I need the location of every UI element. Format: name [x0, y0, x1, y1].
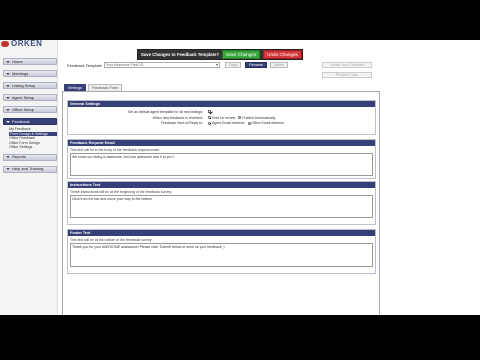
settings-panel: General Settings Set as default agent te…	[62, 91, 380, 315]
default-template-checkbox[interactable]	[208, 110, 211, 113]
instructions-section: Instructions Text These instructions wil…	[67, 181, 376, 225]
submenu-office-settings[interactable]: Office Settings	[9, 145, 57, 150]
undo-changes-button[interactable]: Undo Changes	[263, 50, 302, 59]
footer-textarea[interactable]: Thank you for your AWESOME assistance! P…	[70, 243, 373, 267]
sidebar-item-label: Feedback	[12, 118, 30, 124]
hold-review-radio[interactable]	[208, 116, 211, 119]
template-label: Feedback Template	[67, 62, 102, 68]
sidebar-item-label: Meetings	[12, 70, 29, 76]
sidebar-item-label: Office Setup	[12, 106, 34, 112]
app-frame: ORKEN Home Meetings Listing Setup Agent …	[0, 40, 480, 315]
agent-email-radio[interactable]	[208, 121, 211, 125]
sidebar-item-help-training[interactable]: Help and Training	[3, 165, 57, 173]
sidebar-item-label: Help and Training	[12, 166, 44, 171]
sidebar-item-agent-setup[interactable]: Agent Setup	[3, 94, 57, 101]
request-email-section: Feedback Request Email This text will be…	[67, 139, 376, 179]
publish-auto-radio[interactable]	[238, 116, 242, 119]
sidebar-item-label: Reports	[12, 154, 27, 159]
chevron-down-icon	[6, 156, 10, 158]
section-description: These instructions will be at the beginn…	[70, 190, 173, 194]
general-settings-section: General Settings Set as default agent te…	[67, 100, 376, 135]
section-header: Instructions Text	[68, 182, 375, 188]
delete-template-button[interactable]: Delete	[269, 62, 289, 68]
chevron-down-icon	[6, 60, 10, 63]
row-label: Set as default agent template for all ne…	[127, 110, 203, 114]
radio-label: Agent Email Address	[212, 121, 245, 125]
section-header: Feedback Request Email	[68, 140, 375, 146]
template-toolbar: Feedback Template Your Awesome Field V1 …	[67, 61, 289, 69]
chevron-down-icon	[6, 108, 10, 111]
office-email-radio[interactable]	[247, 121, 251, 125]
request-email-textarea[interactable]: We know our listing is awesome, but how …	[70, 153, 373, 176]
template-select[interactable]: Your Awesome Field V1	[103, 62, 220, 68]
copy-template-button[interactable]: Copy	[224, 62, 242, 68]
dialog-question: Save Changes to Feedback Template?	[141, 52, 220, 57]
tab-feedback-form[interactable]: Feedback Form	[87, 84, 123, 91]
radio-label: Hold for review	[212, 115, 236, 120]
reply-to-row: Feedback Sent to/Reply to: Agent Email A…	[68, 121, 375, 127]
chevron-down-icon	[6, 120, 10, 123]
settings-tabs: Settings Feedback Form	[64, 84, 124, 91]
section-header: Footer Text	[68, 230, 375, 236]
sidebar-item-meetings[interactable]: Meetings	[3, 70, 57, 77]
section-description: This text will be at the bottom of the f…	[70, 238, 153, 242]
section-description: This text will be in the body of the fee…	[70, 148, 160, 152]
radio-label: Publish Automatically	[242, 115, 276, 120]
sidebar-item-reports[interactable]: Reports	[3, 153, 57, 161]
template-selected-value: Your Awesome Field V1	[105, 63, 144, 67]
instructions-textarea[interactable]: Click from the bar and move your way to …	[70, 195, 373, 218]
rename-template-button[interactable]: Rename	[245, 62, 267, 68]
save-changes-dialog: Save Changes to Feedback Template? Save …	[137, 49, 303, 60]
chevron-down-icon	[6, 96, 10, 99]
logo-text: ORKEN	[11, 40, 43, 48]
footer-section: Footer Text This text will be at the bot…	[67, 229, 376, 274]
chevron-down-icon	[6, 72, 10, 75]
row-label: When new feedback is received:	[152, 115, 203, 120]
feedback-submenu: My Feedback Form Design & Settings Offic…	[9, 127, 57, 150]
sidebar: ORKEN Home Meetings Listing Setup Agent …	[0, 40, 58, 315]
chevron-down-icon	[6, 168, 10, 170]
sidebar-item-label: Listing Setup	[12, 82, 36, 88]
sidebar-item-feedback[interactable]: Feedback	[3, 118, 57, 125]
sidebar-item-label: Home	[12, 58, 23, 64]
create-template-button[interactable]: Create New Template	[322, 62, 372, 68]
sidebar-item-listing-setup[interactable]: Listing Setup	[3, 82, 57, 89]
sidebar-item-home[interactable]: Home	[3, 58, 57, 65]
sidebar-item-label: Agent Setup	[12, 94, 35, 100]
preview-form-button[interactable]: Preview Form	[322, 72, 372, 78]
brand-logo: ORKEN	[0, 40, 60, 55]
tab-settings[interactable]: Settings	[64, 84, 86, 91]
chevron-down-icon	[215, 64, 218, 66]
sidebar-item-office-setup[interactable]: Office Setup	[3, 106, 57, 113]
sidebar-nav: Home Meetings Listing Setup Agent Setup …	[3, 58, 57, 178]
row-label: Feedback Sent to/Reply to:	[160, 121, 203, 125]
save-changes-button[interactable]: Save Changes	[222, 50, 261, 59]
chevron-down-icon	[6, 84, 10, 87]
radio-label: Office Email Address	[251, 121, 284, 125]
logo-mark-icon	[1, 41, 9, 47]
